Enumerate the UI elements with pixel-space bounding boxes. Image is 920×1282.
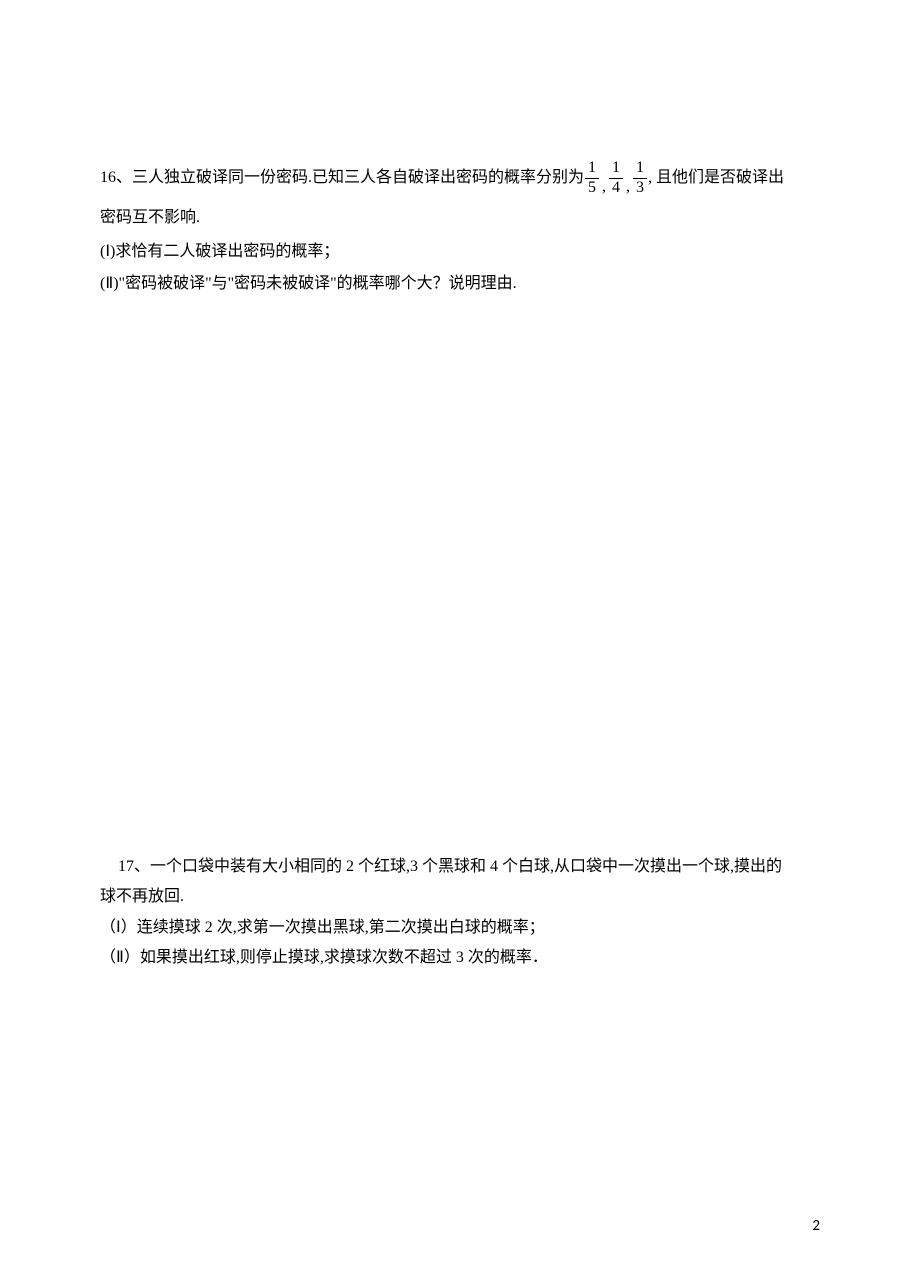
problem-17-part-2: （Ⅱ）如果摸出红球,则停止摸球,求摸球次数不超过 3 次的概率． bbox=[100, 943, 825, 973]
document-page: 16、三人独立破译同一份密码.已知三人各自破译出密码的概率分别为 1 5 , 1… bbox=[0, 0, 920, 973]
problem-16-intro-line-2: 密码互不影响. bbox=[100, 203, 825, 233]
problem-17-intro-line-2: 球不再放回. bbox=[100, 882, 825, 912]
problem-16-part-2: (Ⅱ)"密码被破译"与"密码未被破译"的概率哪个大？说明理由. bbox=[100, 269, 825, 299]
fractions-group: 1 5 , 1 4 , 1 3 bbox=[584, 160, 648, 197]
page-number: 2 bbox=[812, 1212, 820, 1241]
fraction-separator: , bbox=[624, 179, 632, 197]
fraction-2-numerator: 1 bbox=[609, 160, 623, 178]
fraction-1-numerator: 1 bbox=[585, 160, 599, 178]
problem-16: 16、三人独立破译同一份密码.已知三人各自破译出密码的概率分别为 1 5 , 1… bbox=[100, 160, 825, 300]
problem-17-intro-line-1: 17、一个口袋中装有大小相同的 2 个红球,3 个黑球和 4 个白球,从口袋中一… bbox=[118, 852, 825, 882]
fraction-2-denominator: 4 bbox=[609, 178, 623, 197]
fraction-3-numerator: 1 bbox=[633, 160, 647, 178]
problem-16-text-after-fractions: , 且他们是否破译出 bbox=[648, 163, 784, 193]
problem-16-part-1: (Ⅰ)求恰有二人破译出密码的概率； bbox=[100, 237, 825, 267]
problem-16-intro-line-1: 16、三人独立破译同一份密码.已知三人各自破译出密码的概率分别为 1 5 , 1… bbox=[100, 160, 825, 197]
problem-16-text-before-fractions: 16、三人独立破译同一份密码.已知三人各自破译出密码的概率分别为 bbox=[100, 163, 584, 193]
fraction-separator: , bbox=[600, 179, 608, 197]
fraction-3-denominator: 3 bbox=[633, 178, 647, 197]
problem-17: 17、一个口袋中装有大小相同的 2 个红球,3 个黑球和 4 个白球,从口袋中一… bbox=[100, 852, 825, 974]
problem-17-part-1: （Ⅰ）连续摸球 2 次,求第一次摸出黑球,第二次摸出白球的概率； bbox=[100, 913, 825, 943]
fraction-3: 1 3 bbox=[633, 160, 647, 197]
fraction-1: 1 5 bbox=[585, 160, 599, 197]
fraction-2: 1 4 bbox=[609, 160, 623, 197]
fraction-1-denominator: 5 bbox=[585, 178, 599, 197]
